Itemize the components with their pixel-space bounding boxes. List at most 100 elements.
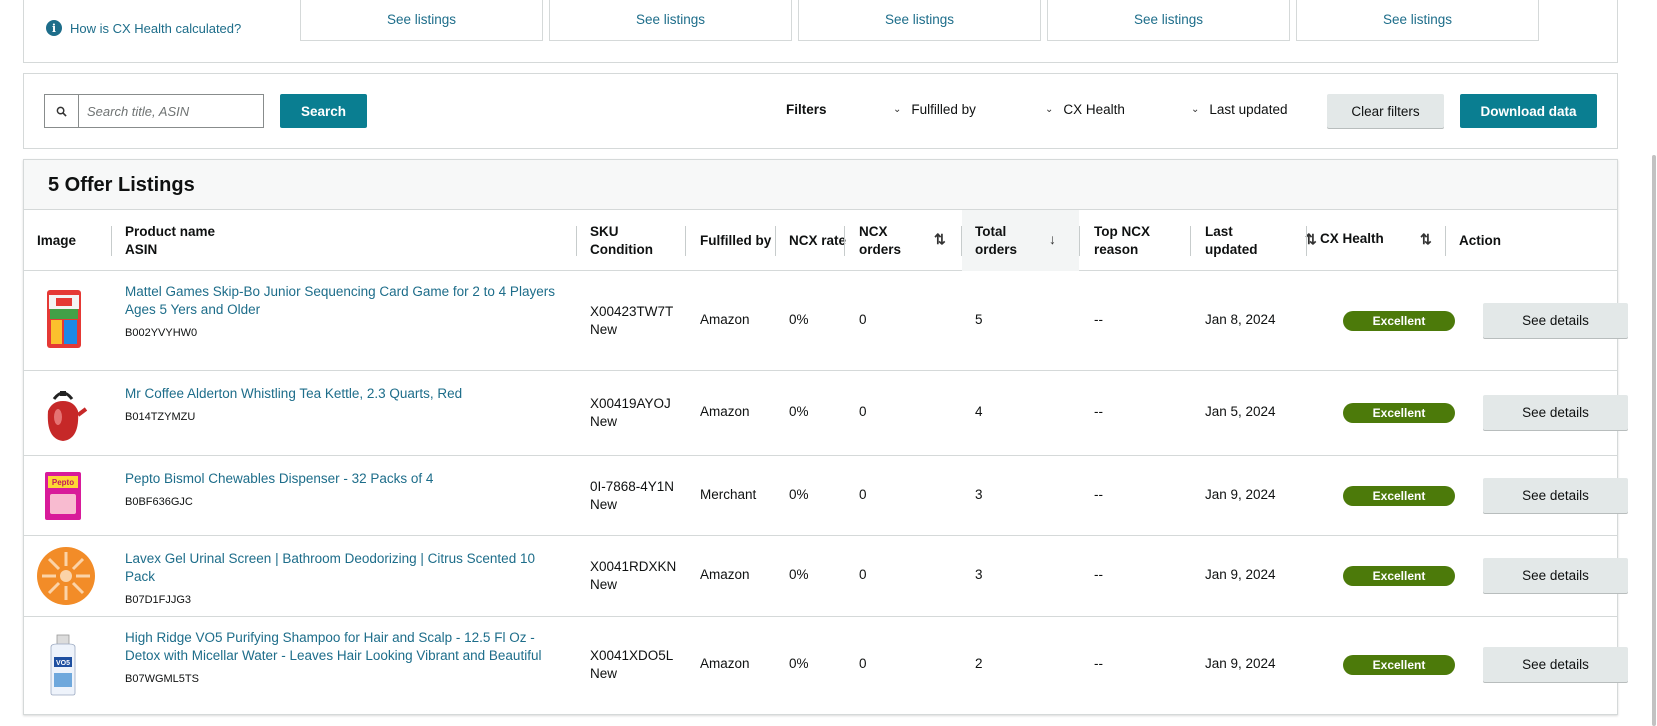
last-updated-value: Jan 5, 2024 (1205, 404, 1276, 419)
header-ncx-orders-line1: NCX (859, 223, 888, 239)
fulfilled-by-dropdown-label: Fulfilled by (911, 102, 976, 117)
ncx-orders-value: 0 (859, 656, 867, 671)
header-cx-health-label: CX Health (1320, 230, 1384, 246)
column-divider[interactable] (1306, 226, 1307, 256)
product-name: Pepto Bismol Chewables Dispenser - 32 Pa… (125, 471, 434, 486)
fulfilled-by-value: Merchant (700, 487, 757, 502)
column-divider[interactable] (1190, 226, 1191, 256)
product-name-link[interactable]: High Ridge VO5 Purifying Shampoo for Hai… (125, 629, 565, 688)
see-details-button[interactable]: See details (1483, 647, 1628, 682)
see-details-button[interactable]: See details (1483, 303, 1628, 338)
cx-health-info-link[interactable]: i How is CX Health calculated? (46, 20, 241, 36)
header-fulfilled-label: Fulfilled by (700, 232, 772, 248)
header-last-updated-line2: updated (1205, 241, 1258, 257)
sku-value: X0041RDXKN (590, 559, 677, 574)
arrow-down-icon[interactable]: ↓ (1049, 230, 1056, 248)
header-ncx-rate-label: NCX rate (789, 232, 847, 248)
see-listings-link-1[interactable]: See listings (300, 0, 543, 41)
header-cx-health[interactable]: CX Health ⇅ (1320, 210, 1440, 271)
shampoo-bottle-image: VO5 (50, 634, 76, 696)
total-orders-value: 3 (975, 567, 983, 582)
download-data-button[interactable]: Download data (1460, 94, 1597, 128)
red-kettle-image (47, 391, 88, 441)
search-input[interactable] (79, 95, 263, 127)
search-button[interactable]: Search (280, 94, 367, 128)
product-name-link[interactable]: Mr Coffee Alderton Whistling Tea Kettle,… (125, 385, 565, 426)
see-listings-link-4[interactable]: See listings (1047, 0, 1290, 41)
orange-screen-image (37, 547, 95, 605)
sku-cell: 0I-7868-4Y1N New (590, 478, 674, 514)
column-divider[interactable] (111, 226, 112, 256)
top-ncx-reason-value: -- (1094, 312, 1103, 327)
sku-cell: X0041XDO5L New (590, 647, 673, 683)
ncx-rate-value: 0% (789, 567, 809, 582)
sku-cell: X00423TW7T New (590, 303, 673, 339)
info-icon: i (46, 20, 62, 36)
total-orders-value: 2 (975, 656, 983, 671)
column-divider[interactable] (576, 226, 577, 256)
asin-value: B002YVYHW0 (125, 327, 198, 339)
cx-health-badge: Excellent (1343, 311, 1455, 331)
see-listings-link-3[interactable]: See listings (798, 0, 1041, 41)
column-divider[interactable] (1079, 226, 1080, 256)
last-updated-value: Jan 9, 2024 (1205, 567, 1276, 582)
pink-box-image: Pepto (45, 472, 81, 520)
see-details-button[interactable]: See details (1483, 558, 1628, 593)
cx-health-badge: Excellent (1343, 486, 1455, 506)
cx-health-info-label: How is CX Health calculated? (70, 20, 242, 36)
listings-table-card: 5 Offer Listings Image Product name ASIN … (23, 159, 1628, 715)
see-listings-link-5[interactable]: See listings (1296, 0, 1539, 41)
header-ncx-orders-line2: orders (859, 241, 902, 257)
header-image-label: Image (37, 232, 77, 248)
filter-bar: Search Filters ⌄ Fulfilled by ⌄ CX Healt… (23, 73, 1618, 149)
fulfilled-by-dropdown[interactable]: ⌄ Fulfilled by (893, 102, 976, 117)
total-orders-value: 4 (975, 404, 983, 419)
product-name: High Ridge VO5 Purifying Shampoo for Hai… (125, 630, 542, 663)
header-total-orders[interactable]: Total orders ↓ (962, 210, 1079, 271)
ncx-rate-value: 0% (789, 312, 809, 327)
last-updated-value: Jan 9, 2024 (1205, 656, 1276, 671)
total-orders-value: 3 (975, 487, 983, 502)
column-divider[interactable] (1445, 226, 1446, 256)
cx-health-badge: Excellent (1343, 655, 1455, 675)
condition-value: New (590, 322, 618, 337)
clear-filters-button[interactable]: Clear filters (1327, 94, 1444, 128)
sku-cell: X0041RDXKN New (590, 558, 676, 594)
column-divider[interactable] (685, 226, 686, 256)
page-scrollbar[interactable] (1652, 155, 1656, 726)
header-last-updated[interactable]: Last updated ⇅ (1205, 210, 1317, 271)
asin-value: B07D1FJJG3 (125, 594, 192, 606)
fulfilled-by-value: Amazon (700, 567, 750, 582)
last-updated-dropdown[interactable]: ⌄ Last updated (1191, 102, 1287, 117)
product-name-link[interactable]: Pepto Bismol Chewables Dispenser - 32 Pa… (125, 470, 565, 511)
last-updated-value: Jan 9, 2024 (1205, 487, 1276, 502)
ncx-rate-value: 0% (789, 404, 809, 419)
product-name-link[interactable]: Mattel Games Skip-Bo Junior Sequencing C… (125, 283, 565, 342)
header-ncx-orders[interactable]: NCX orders ⇅ (859, 210, 959, 271)
cx-health-dropdown[interactable]: ⌄ CX Health (1045, 102, 1125, 117)
sort-icon[interactable]: ⇅ (934, 230, 946, 248)
see-details-button[interactable]: See details (1483, 395, 1628, 430)
condition-value: New (590, 666, 618, 681)
top-ncx-reason-value: -- (1094, 487, 1103, 502)
table-row: Lavex Gel Urinal Screen | Bathroom Deodo… (24, 536, 1628, 617)
ncx-orders-value: 0 (859, 487, 867, 502)
header-ncx-rate: NCX rate (789, 210, 849, 271)
header-asin-label: ASIN (125, 241, 158, 257)
table-title: 5 Offer Listings (24, 160, 1617, 210)
column-divider[interactable] (775, 226, 776, 256)
sku-value: 0I-7868-4Y1N (590, 479, 675, 494)
fulfilled-by-value: Amazon (700, 404, 750, 419)
fulfilled-by-value: Amazon (700, 312, 750, 327)
column-divider[interactable] (844, 226, 845, 256)
fulfilled-by-value: Amazon (700, 656, 750, 671)
see-listings-link-2[interactable]: See listings (549, 0, 792, 41)
see-details-button[interactable]: See details (1483, 478, 1628, 513)
summary-card: i How is CX Health calculated? See listi… (23, 0, 1618, 63)
product-name-link[interactable]: Lavex Gel Urinal Screen | Bathroom Deodo… (125, 550, 565, 609)
sort-icon[interactable]: ⇅ (1420, 230, 1432, 248)
header-total-orders-line2: orders (975, 241, 1018, 257)
cx-health-dropdown-label: CX Health (1063, 102, 1125, 117)
table-header: Image Product name ASIN SKU Condition Fulf… (24, 210, 1617, 271)
top-ncx-reason-value: -- (1094, 404, 1103, 419)
